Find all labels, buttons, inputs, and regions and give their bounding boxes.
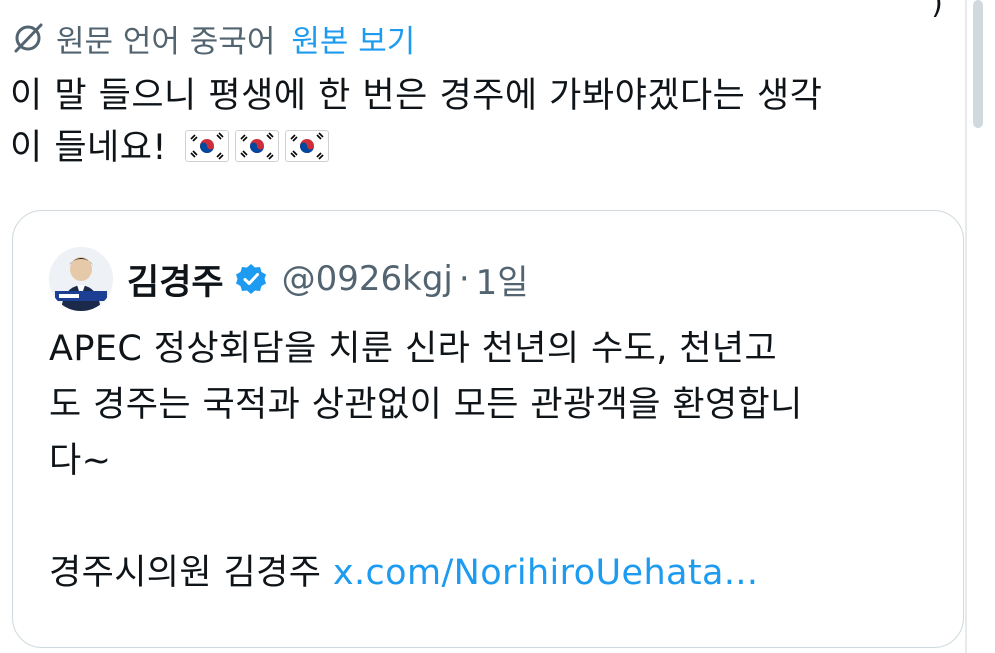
avatar[interactable] — [49, 247, 113, 311]
tweet-text-line-content: 이 들네요! — [10, 128, 167, 168]
tweet-text-line: 이 말 들으니 평생에 한 번은 경주에 가봐야겠다는 생각 — [10, 76, 823, 116]
author-name[interactable]: 김경주 — [127, 254, 224, 305]
verified-badge-icon — [234, 262, 268, 296]
tweet-text: 이 말 들으니 평생에 한 번은 경주에 가봐야겠다는 생각 이 들네요! — [10, 70, 945, 174]
quote-link[interactable]: x.com/NorihiroUehata... — [333, 553, 759, 593]
translation-notice: 원문 언어 중국어 원본 보기 — [10, 16, 415, 60]
kr-flag-icon — [184, 130, 229, 162]
translation-label: 원문 언어 중국어 — [56, 23, 276, 60]
quote-signature: 경주시의원 김경주 — [49, 553, 322, 593]
kr-flag-icon — [284, 130, 329, 162]
quote-text-line: 도 경주는 국적과 상관없이 모든 관광객을 환영합니 — [49, 385, 803, 425]
post-time[interactable]: 1일 — [476, 255, 529, 304]
view-original-link[interactable]: 원본 보기 — [291, 16, 415, 61]
truncated-glyph: ) — [931, 0, 943, 21]
quote-text-line: APEC 정상회담을 치룬 신라 천년의 수도, 천년고 — [49, 329, 778, 369]
quoted-tweet-card[interactable]: 김경주 @0926kgj · 1일 APEC 정상회담을 치룬 신라 천년의 수… — [12, 210, 964, 648]
quoted-tweet-header: 김경주 @0926kgj · 1일 — [49, 247, 529, 311]
kr-flag-icon — [234, 130, 279, 162]
tweet-screenshot: ) 원문 언어 중국어 원본 보기 이 말 들으니 평생에 한 번은 경주에 가… — [0, 0, 995, 653]
author-handle[interactable]: @0926kgj — [282, 259, 453, 299]
tweet-text-line-2: 이 들네요! — [10, 122, 945, 174]
separator-dot: · — [458, 259, 470, 299]
quote-signature-line: 경주시의원 김경주 x.com/NorihiroUehata... — [49, 545, 929, 601]
translate-slash-icon — [10, 20, 46, 56]
scrollbar-thumb[interactable] — [973, 0, 983, 128]
quote-text-line: 다~ — [49, 441, 112, 481]
quoted-tweet-body: APEC 정상회담을 치룬 신라 천년의 수도, 천년고 도 경주는 국적과 상… — [49, 321, 929, 601]
scrollbar-track[interactable] — [965, 0, 967, 653]
